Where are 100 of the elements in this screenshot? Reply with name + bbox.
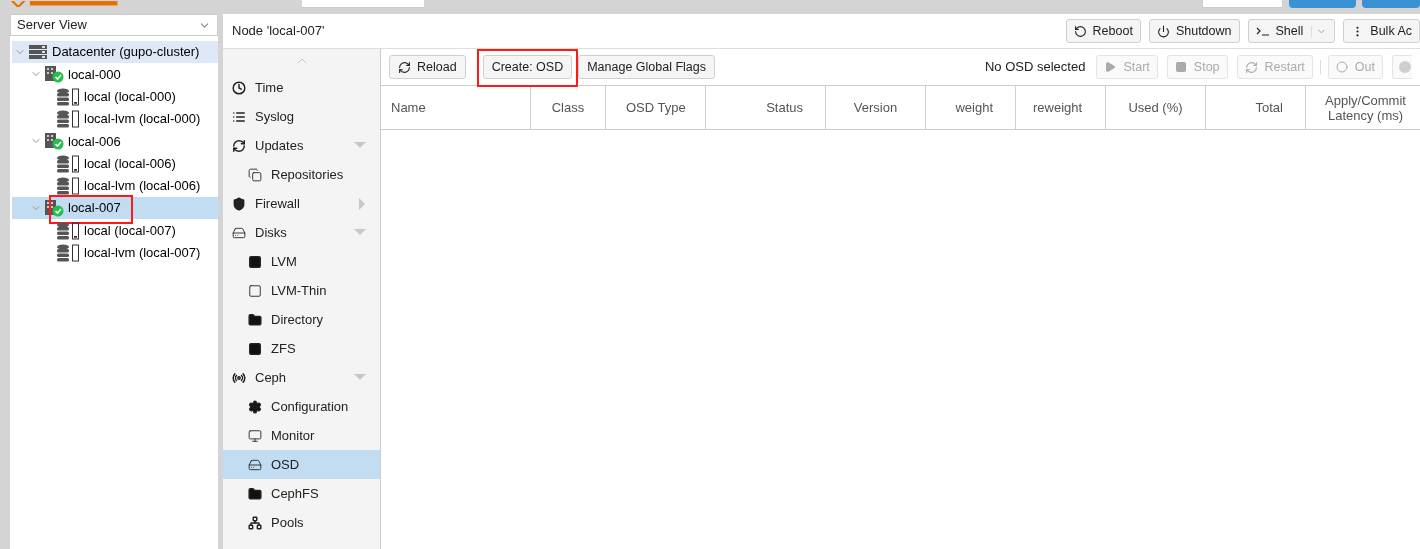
- storage-icon: [56, 243, 80, 262]
- square-icon: [248, 254, 262, 269]
- node-action-button[interactable]: Reboot: [1065, 19, 1141, 43]
- storage-icon: [56, 154, 80, 173]
- column-header[interactable]: reweight: [1016, 86, 1106, 129]
- grid-icon: [248, 341, 262, 356]
- menu-item[interactable]: Updates: [223, 131, 380, 160]
- tree-item[interactable]: local-lvm (local-006): [12, 174, 218, 198]
- toolbar-button[interactable]: Create: OSD: [482, 55, 573, 79]
- menu-item[interactable]: LVM-Thin: [223, 276, 380, 305]
- menu-item-label: Updates: [255, 136, 305, 155]
- expanded-caret-icon[interactable]: [354, 374, 366, 381]
- tree-item-label: local-lvm (local-006): [84, 177, 201, 196]
- clock-icon: [232, 80, 246, 95]
- menu-item[interactable]: Pools: [223, 508, 380, 537]
- play-icon: [1104, 61, 1117, 73]
- menu-item[interactable]: Ceph: [223, 363, 380, 392]
- osd-action-button[interactable]: [1392, 55, 1412, 79]
- shield-icon: [232, 196, 246, 211]
- tree-item[interactable]: local-007: [12, 197, 218, 220]
- hard-drive-icon: [232, 225, 246, 240]
- ceph-icon: [232, 370, 246, 385]
- toolbar-button[interactable]: Manage Global Flags: [578, 55, 715, 79]
- tree-item[interactable]: local (local-007): [12, 219, 218, 242]
- tree-item-label: local-007: [68, 199, 121, 218]
- server-online-icon: [44, 65, 64, 84]
- tree-item[interactable]: local (local-000): [12, 85, 218, 108]
- menu-item-label: Monitor: [271, 426, 316, 445]
- column-header[interactable]: weight: [926, 86, 1016, 129]
- tree-item[interactable]: local-006: [12, 130, 218, 153]
- hierarchy-icon: [248, 515, 262, 530]
- menu-item[interactable]: LVM: [223, 247, 380, 276]
- expanded-caret-icon[interactable]: [354, 142, 366, 149]
- tree-item-label: local (local-007): [84, 221, 176, 240]
- folder-icon: [248, 486, 262, 501]
- tree-item-label: local-lvm (local-007): [84, 244, 201, 263]
- column-header[interactable]: Used (%): [1106, 86, 1206, 129]
- server-online-icon: [44, 132, 64, 151]
- column-header[interactable]: Total: [1206, 86, 1306, 129]
- collapsed-caret-icon[interactable]: [359, 197, 366, 210]
- menu-item[interactable]: OSD: [223, 450, 380, 479]
- hard-drive-icon: [248, 457, 262, 472]
- list-icon: [232, 109, 246, 124]
- monitor-icon: [248, 428, 262, 443]
- refresh-icon: [398, 60, 411, 74]
- node-action-button[interactable]: Shutdown: [1148, 19, 1240, 43]
- expanded-caret-icon[interactable]: [354, 229, 366, 236]
- power-icon: [1156, 24, 1170, 38]
- toolbar-field[interactable]: [1202, 0, 1284, 8]
- menu-item-label: Directory: [271, 310, 324, 329]
- menu-item[interactable]: Time: [223, 73, 380, 102]
- menu-item-label: Syslog: [255, 107, 296, 126]
- menu-item[interactable]: Directory: [223, 305, 380, 334]
- search-field[interactable]: [301, 0, 425, 8]
- tree-item[interactable]: Datacenter (gupo-cluster): [12, 41, 218, 64]
- tree-item[interactable]: local-lvm (local-007): [12, 241, 218, 264]
- menu-item-label: OSD: [271, 455, 301, 474]
- view-selector[interactable]: Server View: [10, 14, 218, 36]
- menu-item-label: Ceph: [255, 368, 288, 387]
- copy-icon: [248, 167, 262, 182]
- column-header[interactable]: Name: [381, 86, 531, 129]
- folder-icon: [248, 312, 262, 327]
- menu-item[interactable]: Disks: [223, 218, 380, 247]
- tree-item[interactable]: local-lvm (local-000): [12, 107, 218, 131]
- column-header[interactable]: Class: [531, 86, 606, 129]
- tree-item[interactable]: local-000: [12, 63, 218, 86]
- storage-icon: [56, 176, 80, 195]
- menu-item[interactable]: Syslog: [223, 102, 380, 131]
- menu-item-label: Time: [255, 78, 285, 97]
- stop-icon: [1174, 61, 1187, 73]
- menu-item[interactable]: CephFS: [223, 479, 380, 508]
- menu-item-label: ZFS: [271, 339, 297, 358]
- menu-item[interactable]: Monitor: [223, 421, 380, 450]
- menu-item-label: Repositories: [271, 165, 345, 184]
- node-title: Node 'local-007': [232, 22, 326, 41]
- node-action-button[interactable]: Bulk Ac: [1343, 19, 1420, 43]
- storage-icon: [56, 110, 80, 129]
- column-header[interactable]: Status: [706, 86, 826, 129]
- header-button[interactable]: [1289, 0, 1356, 8]
- reboot-icon: [1073, 24, 1087, 38]
- terminal-icon: [1255, 26, 1270, 36]
- tree-item[interactable]: local (local-006): [12, 152, 218, 175]
- refresh-icon: [1244, 60, 1258, 74]
- menu-item[interactable]: Repositories: [223, 160, 380, 189]
- header-button[interactable]: [1361, 0, 1420, 8]
- column-header[interactable]: Apply/Commit Latency (ms): [1306, 86, 1420, 129]
- menu-item-label: Disks: [255, 223, 288, 242]
- node-action-button[interactable]: Shell: [1247, 19, 1336, 43]
- menu-item[interactable]: ZFS: [223, 334, 380, 363]
- menu-item[interactable]: Configuration: [223, 392, 380, 421]
- column-header[interactable]: Version: [826, 86, 926, 129]
- menu-item-label: Pools: [271, 513, 305, 532]
- tree-item-label: local (local-000): [84, 88, 176, 106]
- tree-item-label: local (local-006): [84, 154, 176, 173]
- menu-item-label: Firewall: [255, 194, 301, 213]
- toolbar-button[interactable]: Reload: [389, 55, 466, 79]
- square-icon: [248, 283, 262, 298]
- menu-item[interactable]: Firewall: [223, 189, 380, 218]
- column-header[interactable]: OSD Type: [606, 86, 706, 129]
- server-rack-icon: [28, 44, 48, 61]
